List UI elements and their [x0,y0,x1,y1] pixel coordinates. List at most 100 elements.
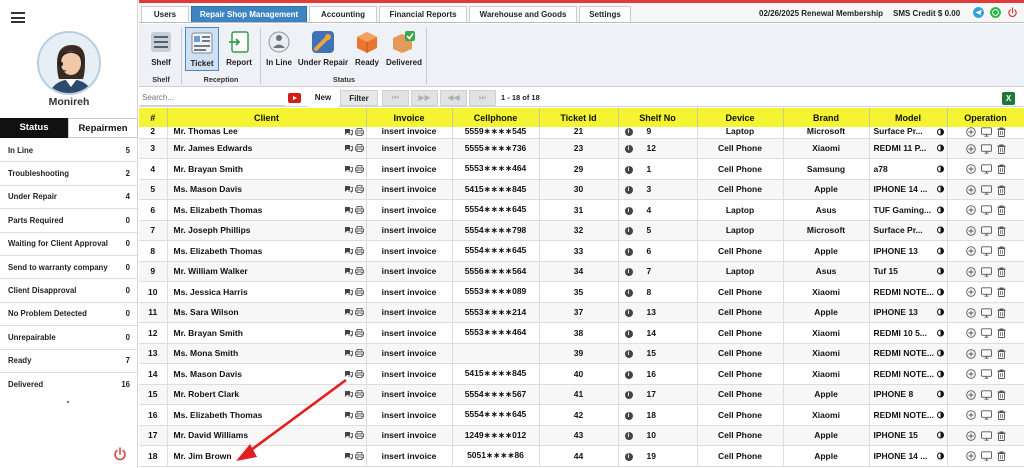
monitor-icon[interactable] [980,328,992,338]
table-row[interactable]: 14 Ms. Mason Davis insert invoice 5415∗∗∗∗8… [139,363,1024,385]
add-circle-icon[interactable] [965,389,976,400]
hamburger-menu-icon[interactable] [11,12,25,23]
trash-icon[interactable] [997,185,1006,195]
status-item-client-disapproval[interactable]: Client Disapproval 0 [0,279,138,303]
trash-icon[interactable] [997,127,1006,137]
chat-icon[interactable] [344,370,353,378]
power-icon[interactable] [1007,7,1018,18]
invoice-link-cell[interactable]: insert invoice [366,281,453,303]
table-row[interactable]: 2 Mr. Thomas Lee insert invoice 5559∗∗∗∗545… [139,127,1024,139]
telegram-icon[interactable] [973,7,984,18]
invoice-link-cell[interactable]: insert invoice [366,343,453,364]
table-row[interactable]: 13 Ms. Mona Smith insert invoice 39 i 15 Cell … [139,343,1024,364]
invoice-link-cell[interactable]: insert invoice [366,425,453,446]
shelf-info-icon[interactable]: i [624,452,633,461]
trash-icon[interactable] [997,246,1006,257]
shelf-info-icon[interactable]: i [624,370,633,379]
trash-icon[interactable] [997,451,1006,462]
tab-users[interactable]: Users [141,6,189,22]
monitor-icon[interactable] [980,451,992,461]
print-icon[interactable] [354,128,364,137]
invoice-link-cell[interactable]: insert invoice [366,158,453,180]
status-item-parts-required[interactable]: Parts Required 0 [0,209,138,233]
status-half-circle-icon[interactable] [936,370,944,378]
status-half-circle-icon[interactable] [936,431,944,439]
client-name-cell[interactable]: Mr. James Edwards [167,138,367,159]
status-half-circle-icon[interactable] [936,390,944,398]
table-row[interactable]: 17 Mr. David Williams insert invoice 1249∗∗… [139,425,1024,446]
shelf-info-icon[interactable]: i [624,206,633,215]
chat-icon[interactable] [344,165,353,173]
add-circle-icon[interactable] [965,246,976,256]
monitor-icon[interactable] [980,225,992,236]
client-name-cell[interactable]: Mr. Brayan Smith [167,322,367,344]
status-half-circle-icon[interactable] [936,349,944,357]
print-icon[interactable] [354,205,364,214]
print-icon[interactable] [354,410,364,419]
status-half-circle-icon[interactable] [936,128,944,136]
status-item-troubleshooting[interactable]: Troubleshooting 2 [0,162,138,186]
print-icon[interactable] [354,451,364,460]
shelf-info-icon[interactable]: i [624,350,633,358]
col-header-invoice[interactable]: Invoice [366,108,453,127]
tab-settings[interactable]: Settings [579,6,631,22]
print-icon[interactable] [354,144,364,153]
trash-icon[interactable] [997,410,1006,421]
logout-power-icon[interactable] [113,447,127,461]
add-circle-icon[interactable] [965,430,976,441]
client-name-cell[interactable]: Mr. Joseph Phillips [167,220,367,241]
trash-icon[interactable] [997,164,1006,175]
shelf-info-icon[interactable]: i [624,127,633,136]
add-circle-icon[interactable] [965,307,976,318]
monitor-icon[interactable] [980,348,992,359]
new-button[interactable]: New [308,89,338,107]
add-circle-icon[interactable] [965,127,976,137]
search-input[interactable] [140,90,285,106]
shelf-info-icon[interactable]: i [624,247,633,256]
table-row[interactable]: 16 Ms. Elizabeth Thomas insert invoice 5554… [139,404,1024,426]
shelf-info-icon[interactable]: i [624,268,633,276]
client-name-cell[interactable]: Mr. Thomas Lee [167,127,367,139]
trash-icon[interactable] [997,369,1006,380]
status-item-delivered[interactable]: Delivered 16 [0,373,138,396]
client-name-cell[interactable]: Ms. Elizabeth Thomas [167,199,367,221]
add-circle-icon[interactable] [965,287,976,297]
add-circle-icon[interactable] [965,266,976,277]
table-row[interactable]: 4 Mr. Brayan Smith insert invoice 5553∗∗∗∗4… [139,158,1024,180]
invoice-link-cell[interactable]: insert invoice [366,322,453,344]
monitor-icon[interactable] [980,430,992,441]
client-name-cell[interactable]: Ms. Elizabeth Thomas [167,240,367,262]
table-row[interactable]: 6 Ms. Elizabeth Thomas insert invoice 5554∗… [139,199,1024,221]
table-row[interactable]: 10 Ms. Jessica Harris insert invoice 5553∗∗… [139,281,1024,303]
table-row[interactable]: 15 Mr. Robert Clark insert invoice 5554∗∗∗∗… [139,384,1024,405]
add-circle-icon[interactable] [965,328,976,338]
renewal-membership-link[interactable]: 02/26/2025 Renewal Membership [759,6,883,22]
status-half-circle-icon[interactable] [936,267,944,275]
client-name-cell[interactable]: Ms. Sara Wilson [167,302,367,323]
add-circle-icon[interactable] [965,164,976,174]
client-name-cell[interactable]: Mr. Brayan Smith [167,158,367,180]
client-name-cell[interactable]: Mr. Robert Clark [167,384,367,405]
client-name-cell[interactable]: Ms. Mason Davis [167,179,367,200]
status-item-under-repair[interactable]: Under Repair 4 [0,186,138,210]
table-row[interactable]: 7 Mr. Joseph Phillips insert invoice 5554∗∗… [139,220,1024,241]
monitor-icon[interactable] [980,369,992,379]
tab-status[interactable]: Status [0,118,68,138]
shelf-info-icon[interactable]: i [624,165,633,174]
invoice-link-cell[interactable]: insert invoice [366,127,453,139]
add-circle-icon[interactable] [965,143,976,154]
print-icon[interactable] [354,287,364,296]
monitor-icon[interactable] [980,143,992,154]
status-item-no-problem[interactable]: No Problem Detected 0 [0,303,138,327]
shelf-info-icon[interactable]: i [624,411,633,420]
monitor-icon[interactable] [980,307,992,318]
monitor-icon[interactable] [980,184,992,195]
status-half-circle-icon[interactable] [936,226,944,234]
print-icon[interactable] [354,246,364,255]
chat-icon[interactable] [344,390,353,399]
invoice-link-cell[interactable]: insert invoice [366,199,453,221]
print-icon[interactable] [354,349,364,358]
col-header-shelf-no[interactable]: Shelf No [618,108,698,127]
invoice-link-cell[interactable]: insert invoice [366,179,453,200]
shelf-info-icon[interactable]: i [624,329,633,338]
